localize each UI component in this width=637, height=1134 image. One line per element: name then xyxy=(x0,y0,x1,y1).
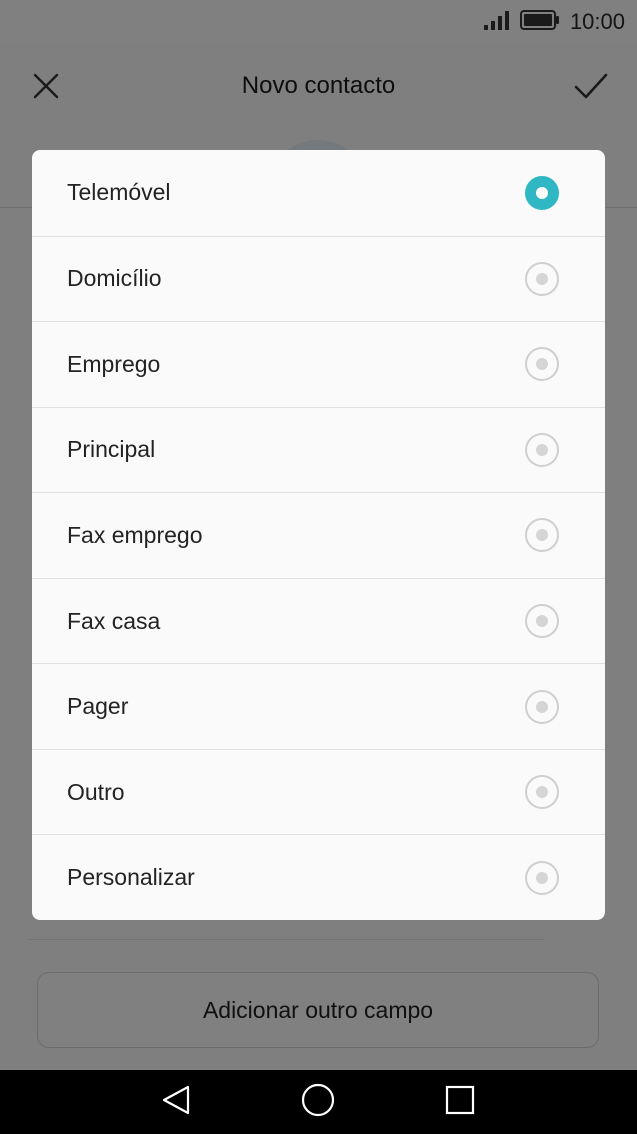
radio-selected-icon[interactable] xyxy=(525,175,559,210)
option-label: Outro xyxy=(67,778,125,805)
recents-square-icon xyxy=(444,1084,476,1121)
option-label: Domicílio xyxy=(67,265,162,292)
radio-dot xyxy=(536,443,548,456)
radio-unselected-icon[interactable] xyxy=(525,347,559,382)
option-pager[interactable]: Pager xyxy=(32,663,605,749)
option-label: Principal xyxy=(67,436,156,463)
option-label: Fax casa xyxy=(67,607,161,634)
option-personalizar[interactable]: Personalizar xyxy=(32,834,605,920)
option-label: Emprego xyxy=(67,350,161,377)
radio-unselected-icon[interactable] xyxy=(525,775,559,810)
phone-type-dialog: Telemóvel Domicílio Emprego Principal Fa… xyxy=(32,150,605,920)
option-label: Fax emprego xyxy=(67,521,203,548)
option-label: Personalizar xyxy=(67,864,195,891)
option-emprego[interactable]: Emprego xyxy=(32,321,605,407)
option-principal[interactable]: Principal xyxy=(32,406,605,493)
radio-unselected-icon[interactable] xyxy=(525,518,559,553)
radio-unselected-icon[interactable] xyxy=(525,860,559,895)
radio-unselected-icon[interactable] xyxy=(525,261,559,296)
home-circle-icon xyxy=(300,1082,336,1123)
option-telemovel[interactable]: Telemóvel xyxy=(32,150,605,236)
option-fax-emprego[interactable]: Fax emprego xyxy=(32,492,605,578)
back-triangle-icon xyxy=(160,1083,194,1122)
back-button[interactable] xyxy=(157,1082,197,1122)
radio-dot xyxy=(536,700,548,713)
option-fax-casa[interactable]: Fax casa xyxy=(32,577,605,664)
option-outro[interactable]: Outro xyxy=(32,748,605,835)
home-button[interactable] xyxy=(298,1082,338,1122)
recents-button[interactable] xyxy=(440,1082,480,1122)
radio-dot xyxy=(536,186,548,199)
radio-dot xyxy=(536,358,548,371)
option-label: Telemóvel xyxy=(67,179,171,206)
radio-dot xyxy=(536,871,548,884)
radio-dot xyxy=(536,786,548,799)
option-label: Pager xyxy=(67,693,129,720)
option-domicilio[interactable]: Domicílio xyxy=(32,235,605,322)
radio-unselected-icon[interactable] xyxy=(525,689,559,724)
radio-dot xyxy=(536,615,548,627)
system-nav-bar xyxy=(0,1070,637,1134)
radio-unselected-icon[interactable] xyxy=(525,604,559,638)
radio-unselected-icon[interactable] xyxy=(525,432,559,467)
radio-dot xyxy=(536,272,548,285)
radio-dot xyxy=(536,529,548,542)
